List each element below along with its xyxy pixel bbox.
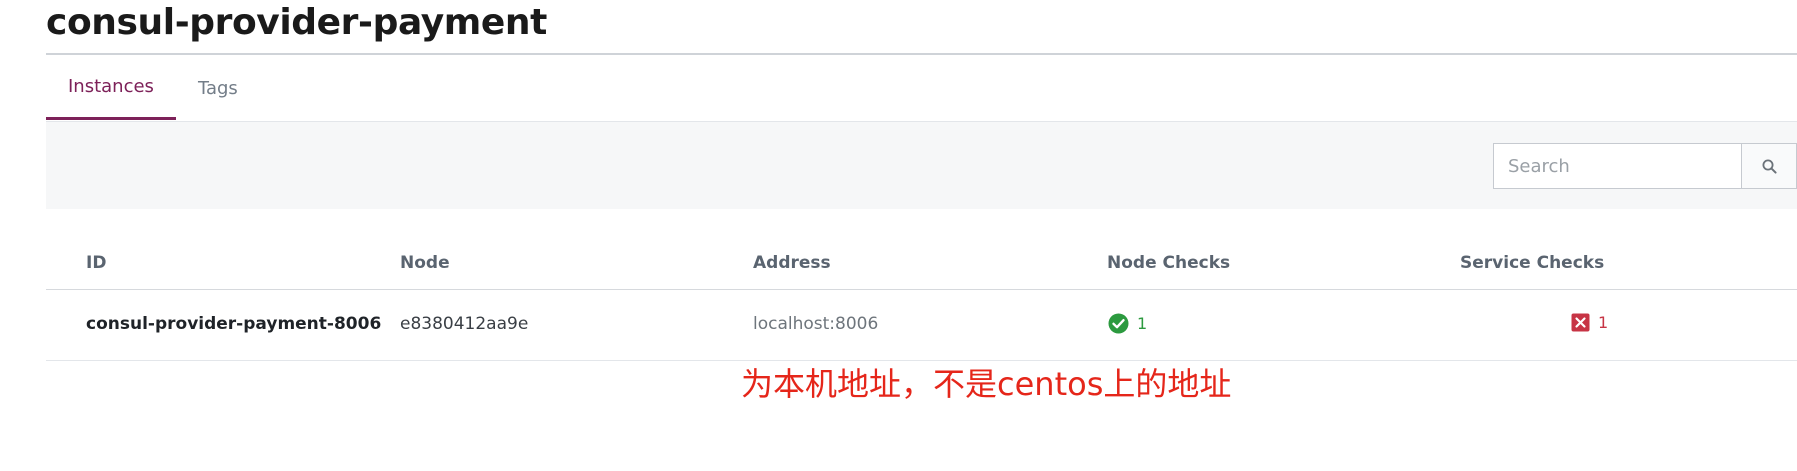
column-header-node[interactable]: Node [400, 253, 450, 273]
tab-bar: Instances Tags [46, 56, 1797, 122]
column-header-address[interactable]: Address [753, 253, 831, 273]
annotation-note: 为本机地址，不是centos上的地址 [741, 365, 1232, 403]
x-square-icon [1571, 313, 1590, 332]
page-title: consul-provider-payment [46, 2, 547, 43]
tab-instances[interactable]: Instances [46, 56, 176, 120]
search-button[interactable] [1741, 143, 1797, 189]
node-checks-count: 1 [1137, 314, 1148, 333]
column-header-node-checks[interactable]: Node Checks [1107, 253, 1230, 273]
filter-bar [46, 122, 1797, 209]
column-header-id[interactable]: ID [86, 253, 106, 273]
node-checks-status[interactable]: 1 [1108, 313, 1147, 334]
title-divider [46, 53, 1797, 55]
check-circle-icon [1108, 313, 1129, 334]
instance-node: e8380412aa9e [400, 314, 529, 334]
instance-id-link[interactable]: consul-provider-payment-8006 [86, 314, 381, 334]
instance-address: localhost:8006 [753, 314, 879, 334]
search-icon [1762, 159, 1777, 174]
search-input[interactable] [1493, 143, 1741, 189]
table-header: ID Node Address Node Checks Service Chec… [46, 241, 1797, 290]
table-row[interactable]: consul-provider-payment-8006 e8380412aa9… [46, 290, 1797, 361]
service-checks-status[interactable]: 1 [1571, 313, 1608, 332]
tab-tags[interactable]: Tags [176, 56, 260, 120]
service-checks-count: 1 [1598, 313, 1609, 332]
column-header-service-checks[interactable]: Service Checks [1460, 253, 1604, 273]
